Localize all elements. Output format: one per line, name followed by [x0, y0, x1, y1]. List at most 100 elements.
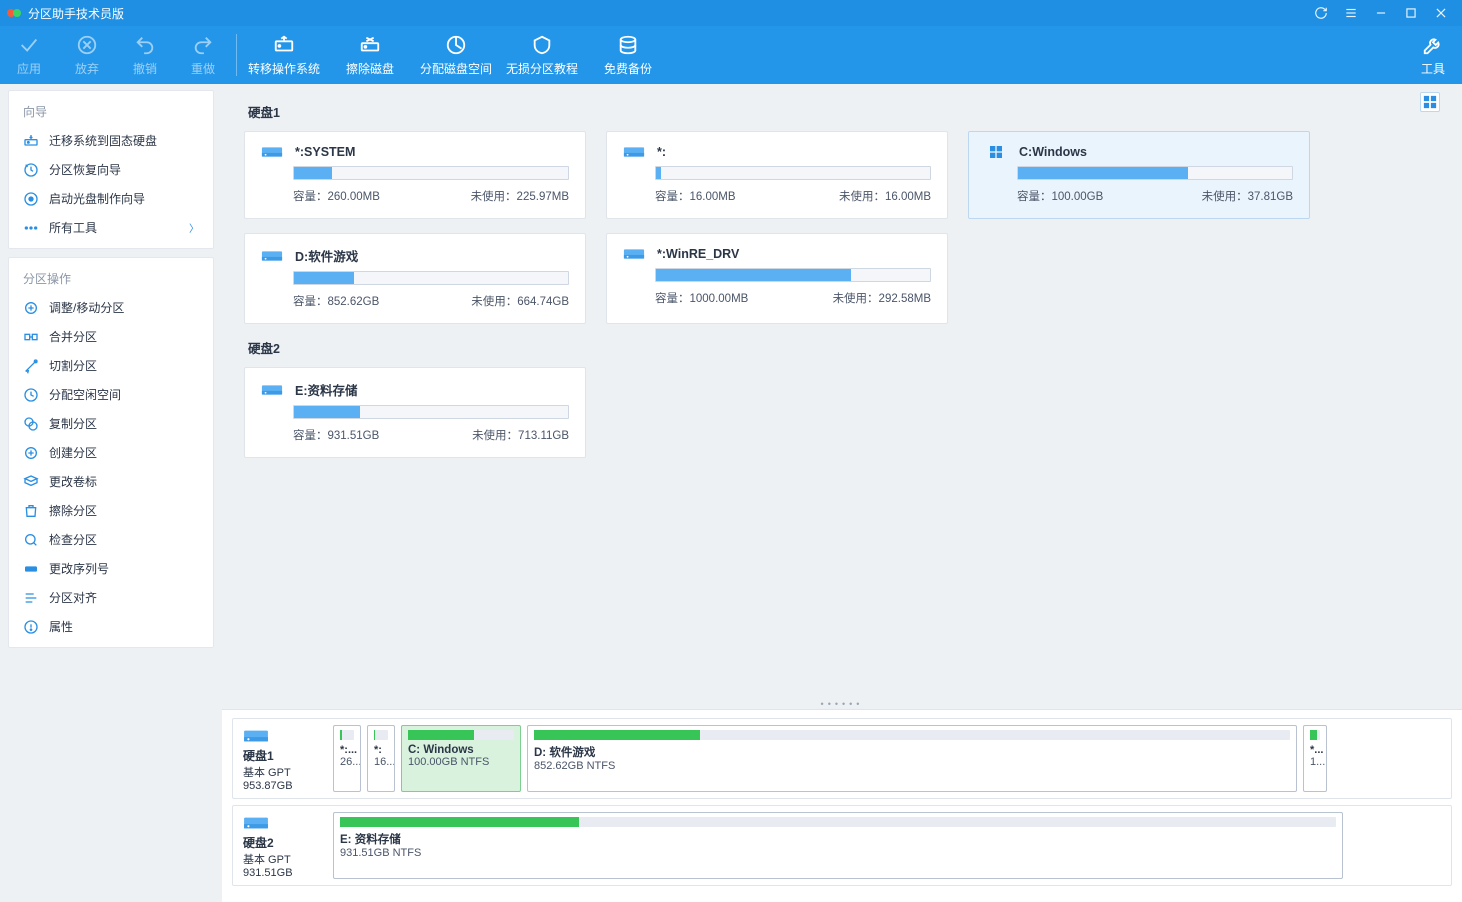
unused-label: 未使用：664.74GB [471, 293, 569, 309]
partition-name: C:Windows [1019, 145, 1087, 159]
disk-segment[interactable]: C: Windows 100.00GB NTFS [401, 725, 521, 792]
sidebar-item-serial[interactable]: 123 更改序列号 [9, 554, 213, 583]
wipe-icon [23, 503, 39, 519]
sidebar-item-allocfree[interactable]: 分配空闲空间 [9, 380, 213, 409]
chevron-right-icon: 〉 [189, 220, 199, 235]
disk-segment[interactable]: *... 1.... [1303, 725, 1327, 792]
disk-scheme: 基本 GPT [243, 851, 291, 867]
disk-size: 953.87GB [243, 780, 293, 792]
usage-bar [1017, 166, 1293, 180]
segment-size: 16... [374, 756, 388, 768]
sidebar: 向导 迁移系统到固态硬盘分区恢复向导启动光盘制作向导所有工具〉 分区操作 调整/… [0, 84, 222, 902]
disk-segment[interactable]: E: 资料存储 931.51GB NTFS [333, 812, 1343, 879]
disk-info[interactable]: 硬盘1 基本 GPT 953.87GB [239, 725, 327, 792]
disk-size: 931.51GB [243, 867, 293, 879]
segment-size: 100.00GB NTFS [408, 756, 514, 768]
disk-segment[interactable]: *:... 26... [333, 725, 361, 792]
usage-bar [655, 268, 931, 282]
disk-info[interactable]: 硬盘2 基本 GPT 931.51GB [239, 812, 327, 879]
apply-button[interactable]: 应用 [0, 26, 58, 84]
partition-name: *:SYSTEM [295, 145, 355, 159]
disk-segment[interactable]: *: 16... [367, 725, 395, 792]
migrate-os-button[interactable]: 转移操作系统 [241, 26, 327, 84]
drive-icon [261, 248, 283, 264]
capacity-label: 容量：1000.00MB [655, 290, 748, 306]
disk-title: 硬盘1 [243, 747, 274, 764]
segment-name: *: [374, 744, 388, 756]
partition-card[interactable]: E:资料存储 容量：931.51GB未使用：713.11GB [244, 367, 586, 458]
sidebar-item-props[interactable]: 属性 [9, 612, 213, 641]
segment-size: 26... [340, 756, 354, 768]
alloc-space-button[interactable]: 分配磁盘空间 [413, 26, 499, 84]
partition-card[interactable]: D:软件游戏 容量：852.62GB未使用：664.74GB [244, 233, 586, 324]
partition-name: D:软件游戏 [295, 246, 358, 265]
sidebar-item-resize[interactable]: 调整/移动分区 [9, 293, 213, 322]
sidebar-item-split[interactable]: 切割分区 [9, 351, 213, 380]
capacity-label: 容量：16.00MB [655, 188, 736, 204]
sidebar-item-boot[interactable]: 启动光盘制作向导 [9, 184, 213, 213]
maximize-button[interactable] [1396, 0, 1426, 26]
sidebar-item-merge[interactable]: 合并分区 [9, 322, 213, 351]
sidebar-item-check[interactable]: 检查分区 [9, 525, 213, 554]
usage-bar [293, 271, 569, 285]
drive-icon [261, 144, 283, 160]
lossless-tutorial-button[interactable]: 无损分区教程 [499, 26, 585, 84]
sidebar-item-label: 分区对齐 [49, 589, 97, 606]
disk-map-panel: 硬盘1 基本 GPT 953.87GB *:... 26... *: 16...… [222, 709, 1462, 902]
splitter-handle[interactable]: •••••• [222, 699, 1462, 709]
windows-icon [985, 144, 1007, 160]
partition-card[interactable]: *:WinRE_DRV 容量：1000.00MB未使用：292.58MB [606, 233, 948, 324]
free-backup-button[interactable]: 免费备份 [585, 26, 671, 84]
view-mode-toggle[interactable] [1420, 92, 1440, 112]
segment-name: *:... [340, 744, 354, 756]
sidebar-item-create[interactable]: 创建分区 [9, 438, 213, 467]
minimize-button[interactable] [1366, 0, 1396, 26]
sidebar-item-label: 所有工具 [49, 219, 97, 236]
menu-button[interactable] [1336, 0, 1366, 26]
sidebar-item-alltools[interactable]: 所有工具 〉 [9, 213, 213, 242]
partition-card[interactable]: *:SYSTEM 容量：260.00MB未使用：225.97MB [244, 131, 586, 219]
wipe-disk-button[interactable]: 擦除磁盘 [327, 26, 413, 84]
partition-cards-area: 硬盘1*:SYSTEM 容量：260.00MB未使用：225.97MB*: 容量… [222, 84, 1462, 699]
copy-icon [23, 416, 39, 432]
svg-text:123: 123 [27, 566, 34, 571]
segment-size: 931.51GB NTFS [340, 847, 1336, 859]
undo-button[interactable]: 撤销 [116, 26, 174, 84]
sidebar-item-recover[interactable]: 分区恢复向导 [9, 155, 213, 184]
label-icon [23, 474, 39, 490]
sidebar-item-wipe[interactable]: 擦除分区 [9, 496, 213, 525]
partition-name: E:资料存储 [295, 380, 358, 399]
usage-bar [293, 166, 569, 180]
tools-button[interactable]: 工具 [1404, 26, 1462, 84]
segment-name: E: 资料存储 [340, 831, 1336, 847]
sidebar-item-migrate[interactable]: 迁移系统到固态硬盘 [9, 126, 213, 155]
disk-icon [243, 727, 269, 745]
usage-bar [655, 166, 931, 180]
segment-name: C: Windows [408, 744, 514, 756]
disk-icon [243, 814, 269, 832]
segment-name: D: 软件游戏 [534, 744, 1290, 760]
drive-icon [623, 144, 645, 160]
sidebar-item-label[interactable]: 更改卷标 [9, 467, 213, 496]
sidebar-item-align[interactable]: 分区对齐 [9, 583, 213, 612]
disk-row: 硬盘2 基本 GPT 931.51GB E: 资料存储 931.51GB NTF… [232, 805, 1452, 886]
partition-name: *: [657, 145, 666, 159]
partition-card[interactable]: C:Windows 容量：100.00GB未使用：37.81GB [968, 131, 1310, 219]
capacity-label: 容量：100.00GB [1017, 188, 1103, 204]
alltools-icon [23, 220, 39, 236]
abandon-button[interactable]: 放弃 [58, 26, 116, 84]
migrate-icon [23, 133, 39, 149]
check-icon [23, 532, 39, 548]
refresh-button[interactable] [1306, 0, 1336, 26]
partition-card[interactable]: *: 容量：16.00MB未使用：16.00MB [606, 131, 948, 219]
sidebar-item-label: 更改序列号 [49, 560, 109, 577]
redo-button[interactable]: 重做 [174, 26, 232, 84]
unused-label: 未使用：713.11GB [472, 427, 569, 443]
sidebar-item-copy[interactable]: 复制分区 [9, 409, 213, 438]
align-icon [23, 590, 39, 606]
capacity-label: 容量：260.00MB [293, 188, 380, 204]
close-button[interactable] [1426, 0, 1456, 26]
disk-section-title: 硬盘1 [248, 102, 1440, 121]
props-icon [23, 619, 39, 635]
disk-segment[interactable]: D: 软件游戏 852.62GB NTFS [527, 725, 1297, 792]
